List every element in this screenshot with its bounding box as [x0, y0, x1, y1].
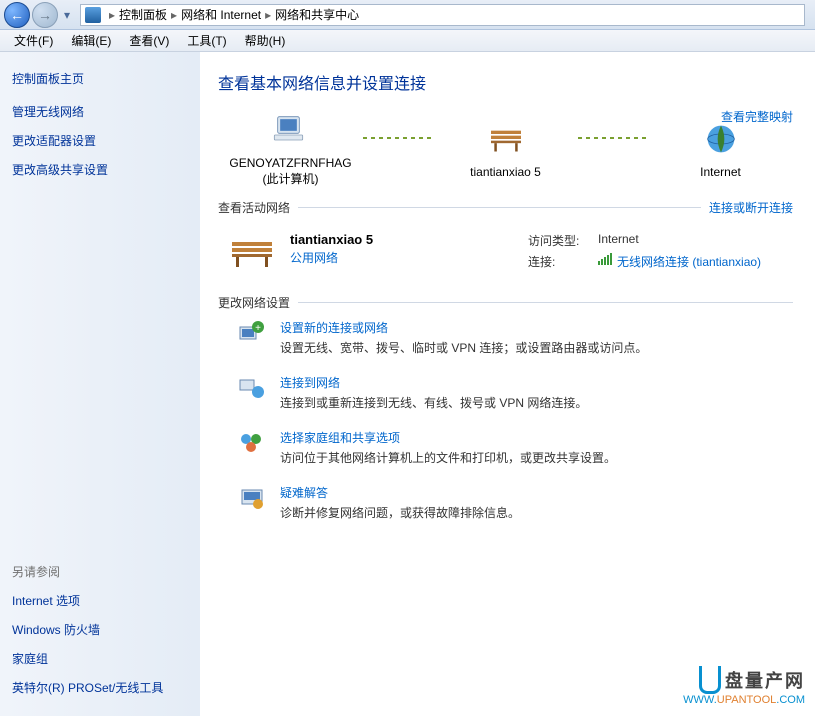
setting-new-connection: + 设置新的连接或网络 设置无线、宽带、拨号、临时或 VPN 连接；或设置路由器… [238, 319, 793, 356]
menu-bar: 文件(F) 编辑(E) 查看(V) 工具(T) 帮助(H) [0, 30, 815, 52]
network-map: 查看完整映射 GENOYATZFRNFHAG (此计算机) tiantianxi… [218, 108, 793, 187]
left-arrow-icon: ← [10, 7, 24, 23]
connection-line [578, 137, 648, 139]
breadcrumb[interactable]: ▸ 控制面板 ▸ 网络和 Internet ▸ 网络和共享中心 [80, 4, 805, 26]
menu-file[interactable]: 文件(F) [6, 30, 61, 51]
address-bar: ← → ▾ ▸ 控制面板 ▸ 网络和 Internet ▸ 网络和共享中心 [0, 0, 815, 30]
network-type-link[interactable]: 公用网络 [290, 249, 373, 266]
troubleshoot-icon [238, 484, 266, 512]
new-connection-icon: + [238, 319, 266, 347]
bench-icon [484, 117, 528, 161]
content: 查看基本网络信息并设置连接 查看完整映射 GENOYATZFRNFHAG (此计… [200, 52, 815, 716]
view-full-map-link[interactable]: 查看完整映射 [721, 108, 793, 125]
menu-edit[interactable]: 编辑(E) [63, 30, 119, 51]
right-arrow-icon: → [38, 7, 52, 23]
bc-sharing-center[interactable]: 网络和共享中心 [275, 6, 359, 23]
sidebar-homegroup[interactable]: 家庭组 [12, 644, 188, 673]
setting-homegroup: 选择家庭组和共享选项 访问位于其他网络计算机上的文件和打印机，或更改共享设置。 [238, 429, 793, 466]
signal-icon [598, 253, 613, 270]
sidebar-firewall[interactable]: Windows 防火墙 [12, 615, 188, 644]
bc-control-panel[interactable]: 控制面板 [119, 6, 167, 23]
bench-icon [228, 232, 276, 272]
setting-link[interactable]: 设置新的连接或网络 [280, 319, 647, 336]
sidebar: 控制面板主页 管理无线网络 更改适配器设置 更改高级共享设置 另请参阅 Inte… [0, 52, 200, 716]
menu-view[interactable]: 查看(V) [121, 30, 177, 51]
u-logo-icon [699, 666, 721, 694]
wireless-connection-link[interactable]: 无线网络连接 (tiantianxiao) [617, 253, 761, 270]
sidebar-see-also: 另请参阅 [12, 555, 188, 586]
sidebar-wireless[interactable]: 管理无线网络 [12, 97, 188, 126]
connect-network-icon [238, 374, 266, 402]
history-dropdown[interactable]: ▾ [60, 2, 74, 28]
watermark: 盘量产网 WWW.UPANTOOL.COM [683, 666, 805, 706]
section-active-networks: 查看活动网络 连接或断开连接 [218, 199, 793, 216]
sidebar-intel-proset[interactable]: 英特尔(R) PROSet/无线工具 [12, 673, 188, 702]
control-panel-icon [85, 7, 101, 23]
map-network: tiantianxiao 5 [433, 117, 578, 179]
network-name: tiantianxiao 5 [290, 232, 373, 247]
map-internet: Internet [648, 117, 793, 179]
active-network-block: tiantianxiao 5 公用网络 访问类型: Internet 连接: 无… [218, 224, 793, 282]
map-this-pc: GENOYATZFRNFHAG (此计算机) [218, 108, 363, 187]
homegroup-icon [238, 429, 266, 457]
computer-icon [269, 108, 313, 152]
main-area: 控制面板主页 管理无线网络 更改适配器设置 更改高级共享设置 另请参阅 Inte… [0, 52, 815, 716]
access-type: Internet [598, 232, 639, 249]
watermark-url: WWW.UPANTOOL.COM [683, 694, 805, 706]
menu-help[interactable]: 帮助(H) [237, 30, 294, 51]
menu-tools[interactable]: 工具(T) [179, 30, 234, 51]
page-title: 查看基本网络信息并设置连接 [218, 70, 793, 94]
sidebar-inet-options[interactable]: Internet 选项 [12, 586, 188, 615]
connection-line [363, 137, 433, 139]
setting-link[interactable]: 选择家庭组和共享选项 [280, 429, 616, 446]
sidebar-adapter[interactable]: 更改适配器设置 [12, 126, 188, 155]
sidebar-sharing[interactable]: 更改高级共享设置 [12, 155, 188, 184]
svg-text:+: + [255, 323, 261, 334]
connect-disconnect-link[interactable]: 连接或断开连接 [709, 199, 793, 216]
bc-network-internet[interactable]: 网络和 Internet [181, 6, 261, 23]
setting-troubleshoot: 疑难解答 诊断并修复网络问题，或获得故障排除信息。 [238, 484, 793, 521]
setting-connect-network: 连接到网络 连接到或重新连接到无线、有线、拨号或 VPN 网络连接。 [238, 374, 793, 411]
section-change-settings: 更改网络设置 [218, 294, 793, 311]
setting-link[interactable]: 疑难解答 [280, 484, 520, 501]
sidebar-home[interactable]: 控制面板主页 [12, 66, 188, 97]
settings-list: + 设置新的连接或网络 设置无线、宽带、拨号、临时或 VPN 连接；或设置路由器… [218, 319, 793, 521]
setting-link[interactable]: 连接到网络 [280, 374, 587, 391]
forward-button[interactable]: → [32, 2, 58, 28]
back-button[interactable]: ← [4, 2, 30, 28]
